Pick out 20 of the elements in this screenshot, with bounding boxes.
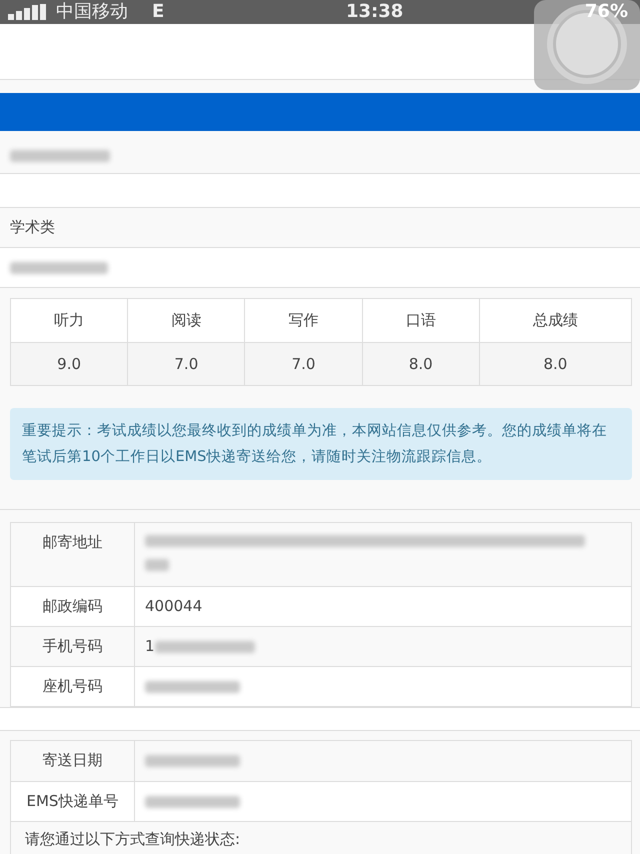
table-cell: 7.0 bbox=[244, 342, 362, 385]
table-cell: 400044 bbox=[145, 597, 202, 615]
network-type: E bbox=[152, 1, 164, 23]
table-cell-text: 9.0 bbox=[56, 354, 82, 374]
row-label: EMS快递单号 bbox=[11, 782, 135, 821]
row-label: 邮政编码 bbox=[11, 587, 135, 626]
table-cell: 1 bbox=[145, 637, 155, 655]
clock-time: 13:38 bbox=[346, 1, 404, 23]
exam-type-label: 学术类 bbox=[10, 217, 55, 238]
table-cell: 7.0 bbox=[127, 342, 244, 385]
row-label: 座机号码 bbox=[11, 667, 135, 706]
query-hint: 请您通过以下方式查询快递状态: bbox=[25, 830, 240, 848]
battery-percent: 76% bbox=[584, 1, 628, 23]
table-cell: 8.0 bbox=[478, 342, 631, 385]
assistive-touch-button[interactable] bbox=[534, 0, 640, 90]
signal-icon bbox=[8, 4, 48, 20]
column-header: 听力 bbox=[53, 310, 86, 331]
carrier-name: 中国移动 bbox=[56, 1, 128, 23]
notice-message: 重要提示：考试成绩以您最终收到的成绩单为准，本网站信息仅供参考。您的成绩单将在笔试后第10个工作日以EMS快递寄送给您，请随时关注物流跟踪信息。 bbox=[10, 408, 632, 480]
table-cell: 8.0 bbox=[362, 342, 479, 385]
